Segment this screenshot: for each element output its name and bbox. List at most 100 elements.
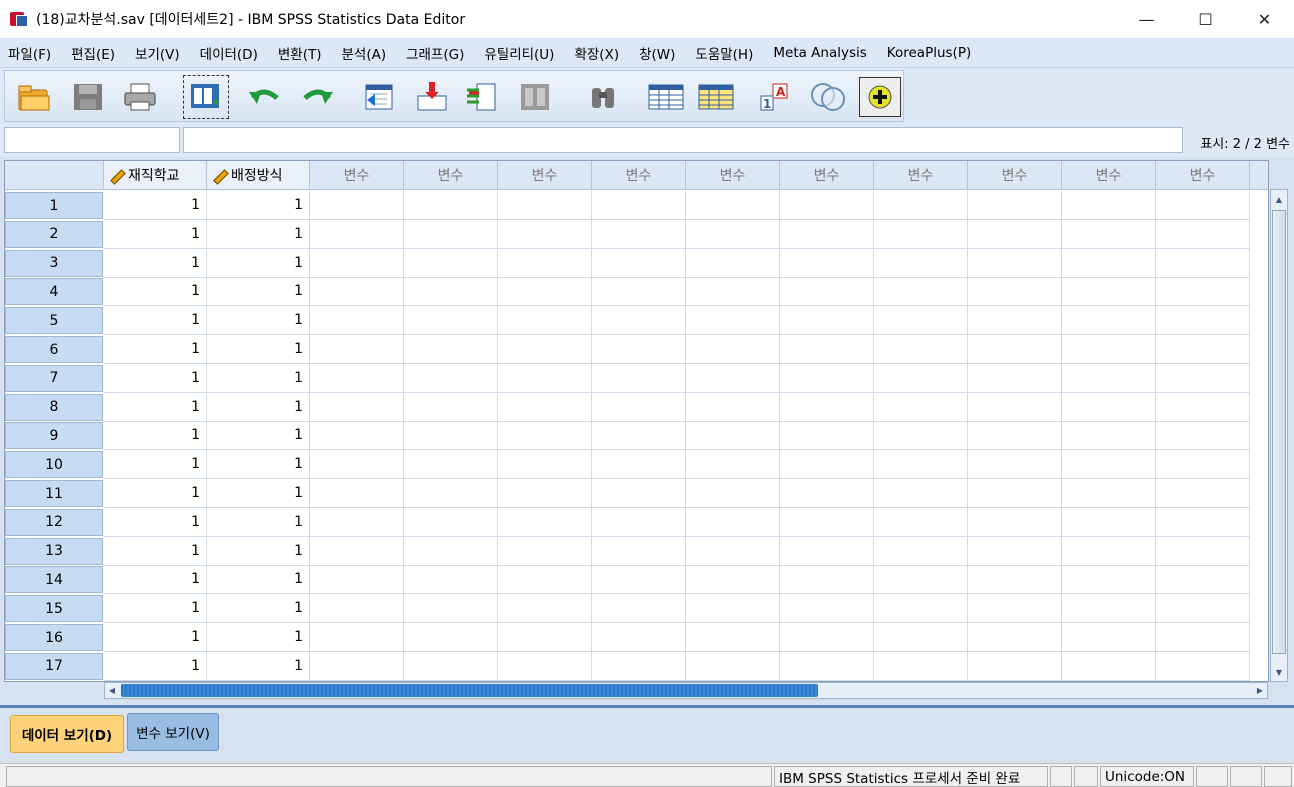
data-cell[interactable]: 1 — [207, 191, 310, 220]
data-cell[interactable] — [1156, 191, 1250, 220]
data-cell[interactable] — [874, 363, 968, 393]
data-cell[interactable] — [874, 335, 968, 364]
tab-variable-view[interactable]: 변수 보기(V) — [127, 713, 219, 751]
data-cell[interactable] — [780, 219, 874, 249]
data-cell[interactable] — [686, 651, 780, 681]
menu-item-10[interactable]: 도움말(H) — [685, 43, 763, 63]
cell-value-field[interactable] — [183, 127, 1183, 153]
data-cell[interactable] — [1062, 450, 1156, 480]
data-cell[interactable]: 1 — [104, 479, 207, 508]
data-cell[interactable] — [968, 248, 1062, 278]
tab-data-view[interactable]: 데이터 보기(D) — [10, 715, 124, 753]
row-header[interactable]: 1 — [5, 192, 103, 219]
data-cell[interactable] — [1062, 507, 1156, 537]
data-cell[interactable]: 1 — [207, 594, 310, 624]
data-cell[interactable] — [592, 536, 686, 566]
data-cell[interactable] — [498, 363, 592, 393]
menu-item-9[interactable]: 창(W) — [629, 43, 685, 63]
data-cell[interactable] — [968, 594, 1062, 624]
print-icon[interactable] — [121, 79, 159, 115]
data-cell[interactable] — [686, 363, 780, 393]
data-cell[interactable] — [968, 507, 1062, 537]
data-cell[interactable] — [874, 191, 968, 220]
data-cell[interactable] — [498, 623, 592, 652]
row-header[interactable]: 12 — [5, 508, 103, 536]
data-cell[interactable] — [592, 277, 686, 307]
data-cell[interactable] — [404, 565, 498, 595]
close-button[interactable]: ✕ — [1235, 0, 1294, 38]
data-cell[interactable] — [686, 507, 780, 537]
data-cell[interactable] — [1156, 479, 1250, 508]
data-cell[interactable] — [686, 536, 780, 566]
insert-cases-icon[interactable] — [647, 79, 685, 115]
data-cell[interactable] — [1156, 536, 1250, 566]
row-header[interactable]: 6 — [5, 336, 103, 363]
data-cell[interactable] — [1062, 219, 1156, 249]
data-cell[interactable] — [686, 479, 780, 508]
data-cell[interactable]: 1 — [104, 248, 207, 278]
data-cell[interactable] — [592, 363, 686, 393]
data-cell[interactable] — [498, 507, 592, 537]
data-cell[interactable]: 1 — [104, 565, 207, 595]
use-sets-icon[interactable] — [809, 79, 847, 115]
data-cell[interactable] — [780, 248, 874, 278]
data-cell[interactable] — [310, 479, 404, 508]
data-cell[interactable] — [874, 507, 968, 537]
data-cell[interactable] — [592, 219, 686, 249]
data-cell[interactable] — [404, 479, 498, 508]
data-cell[interactable] — [404, 536, 498, 566]
data-cell[interactable]: 1 — [207, 479, 310, 508]
data-cell[interactable] — [592, 392, 686, 422]
data-cell[interactable] — [686, 623, 780, 652]
data-cell[interactable] — [874, 392, 968, 422]
row-header[interactable]: 8 — [5, 393, 103, 421]
data-cell[interactable] — [780, 392, 874, 422]
data-cell[interactable] — [310, 565, 404, 595]
column-header-empty-variable[interactable]: 변수 — [780, 161, 874, 190]
row-header[interactable]: 10 — [5, 451, 103, 479]
data-cell[interactable] — [404, 277, 498, 307]
data-cell[interactable] — [498, 565, 592, 595]
data-cell[interactable] — [686, 335, 780, 364]
data-cell[interactable] — [968, 306, 1062, 336]
menu-item-5[interactable]: 분석(A) — [331, 43, 396, 63]
data-cell[interactable]: 1 — [104, 306, 207, 336]
data-cell[interactable] — [404, 363, 498, 393]
data-cell[interactable] — [592, 623, 686, 652]
data-cell[interactable] — [404, 450, 498, 480]
row-header[interactable]: 13 — [5, 537, 103, 565]
column-header-empty-variable[interactable]: 변수 — [498, 161, 592, 190]
menu-item-8[interactable]: 확장(X) — [564, 43, 629, 63]
data-cell[interactable] — [686, 277, 780, 307]
data-cell[interactable] — [404, 651, 498, 681]
undo-icon[interactable] — [245, 79, 283, 115]
data-cell[interactable] — [404, 306, 498, 336]
goto-variable-icon[interactable] — [413, 79, 451, 115]
data-cell[interactable] — [1062, 536, 1156, 566]
menu-item-4[interactable]: 변환(T) — [268, 43, 332, 63]
data-cell[interactable] — [686, 306, 780, 336]
data-cell[interactable]: 1 — [104, 191, 207, 220]
data-cell[interactable] — [498, 306, 592, 336]
data-cell[interactable] — [1062, 363, 1156, 393]
data-cell[interactable] — [968, 623, 1062, 652]
data-cell[interactable] — [310, 507, 404, 537]
data-cell[interactable] — [310, 651, 404, 681]
row-header[interactable]: 3 — [5, 249, 103, 277]
row-header[interactable]: 4 — [5, 278, 103, 306]
data-cell[interactable] — [874, 277, 968, 307]
data-cell[interactable] — [874, 248, 968, 278]
row-header[interactable]: 2 — [5, 220, 103, 248]
data-cell[interactable] — [686, 219, 780, 249]
open-folder-icon[interactable] — [15, 79, 53, 115]
data-cell[interactable] — [1156, 306, 1250, 336]
data-cell[interactable] — [780, 594, 874, 624]
show-all-icon[interactable] — [859, 77, 901, 117]
horizontal-scroll-thumb[interactable] — [121, 684, 818, 697]
data-cell[interactable] — [874, 623, 968, 652]
grid-corner[interactable] — [5, 161, 104, 190]
data-cell[interactable] — [968, 277, 1062, 307]
data-cell[interactable] — [1062, 623, 1156, 652]
data-cell[interactable] — [498, 594, 592, 624]
data-cell[interactable] — [780, 421, 874, 451]
